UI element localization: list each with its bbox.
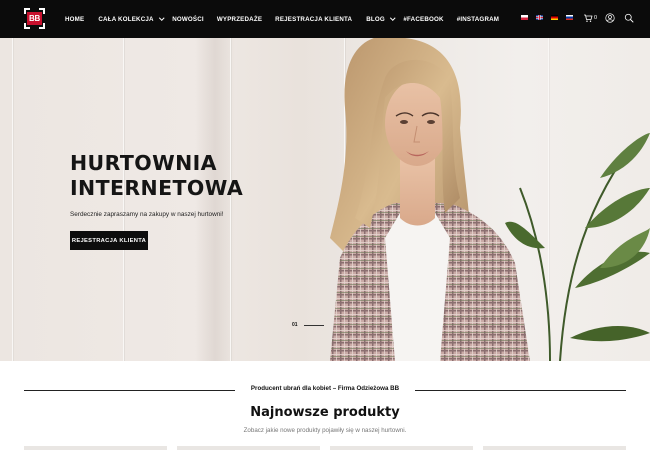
product-card[interactable] — [177, 446, 320, 450]
hero-title-line: HURTOWNIA — [70, 151, 217, 175]
ru-flag-icon[interactable] — [566, 15, 573, 20]
hero-model-image — [330, 38, 650, 361]
nav-wyprzedaze[interactable]: WYPRZEDAŻE — [217, 16, 262, 23]
product-card[interactable] — [24, 446, 167, 450]
nav-cala-kolekcja[interactable]: CAŁA KOLEKCJA — [98, 15, 164, 23]
product-grid — [24, 446, 626, 450]
pl-flag-icon[interactable] — [521, 15, 528, 20]
slide-number: 01 — [292, 322, 298, 328]
chevron-down-icon — [390, 15, 396, 21]
divider — [415, 390, 626, 391]
product-card[interactable] — [330, 446, 473, 450]
section-subtitle: Zobacz jakie nowe produkty pojawiły się … — [243, 427, 407, 434]
divider — [24, 390, 235, 391]
cart-count: 0 — [594, 15, 598, 21]
en-flag-icon[interactable] — [536, 15, 543, 20]
cart-button[interactable]: 0 — [583, 13, 597, 23]
nav-blog[interactable]: BLOG — [366, 15, 396, 23]
nav-facebook[interactable]: #FACEBOOK — [403, 16, 443, 23]
hero-title: HURTOWNIA INTERNETOWA — [70, 151, 300, 200]
cart-icon — [584, 14, 593, 22]
main-nav: HOME CAŁA KOLEKCJA NOWOŚCI WYPRZEDAŻE RE… — [65, 0, 499, 38]
nav-rejestracja-klienta[interactable]: REJESTRACJA KLIENTA — [275, 16, 352, 23]
nav-instagram[interactable]: #INSTAGRAM — [457, 16, 499, 23]
chevron-down-icon — [158, 15, 164, 21]
hero-slider: HURTOWNIA INTERNETOWA Serdecznie zaprasz… — [0, 38, 650, 361]
site-header: BB HOME CAŁA KOLEKCJA NOWOŚCI WYPRZEDAŻE… — [0, 0, 650, 38]
de-flag-icon[interactable] — [551, 15, 558, 20]
hero-title-line: INTERNETOWA — [70, 175, 244, 200]
slide-indicator[interactable]: 01 — [292, 322, 324, 328]
section-title: Najnowsze produkty — [250, 405, 400, 420]
plant-leaves — [505, 133, 650, 361]
search-icon[interactable] — [624, 13, 634, 23]
nav-home[interactable]: HOME — [65, 16, 84, 23]
header-icons: 0 — [583, 13, 634, 23]
logo-text: BB — [27, 12, 42, 25]
slide-progress-line — [303, 324, 324, 326]
hero-subtitle: Serdecznie zapraszamy na zakupy w naszej… — [70, 211, 224, 218]
logo[interactable]: BB — [24, 8, 45, 29]
tagline-row: Producent ubrań dla kobiet – Firma Odzie… — [24, 385, 626, 395]
register-client-button[interactable]: REJESTRACJA KLIENTA — [70, 231, 148, 250]
nav-nowosci[interactable]: NOWOŚCI — [172, 16, 204, 23]
language-switcher — [521, 15, 573, 20]
user-icon[interactable] — [605, 13, 615, 23]
product-card[interactable] — [483, 446, 626, 450]
tagline: Producent ubrań dla kobiet – Firma Odzie… — [250, 385, 400, 392]
